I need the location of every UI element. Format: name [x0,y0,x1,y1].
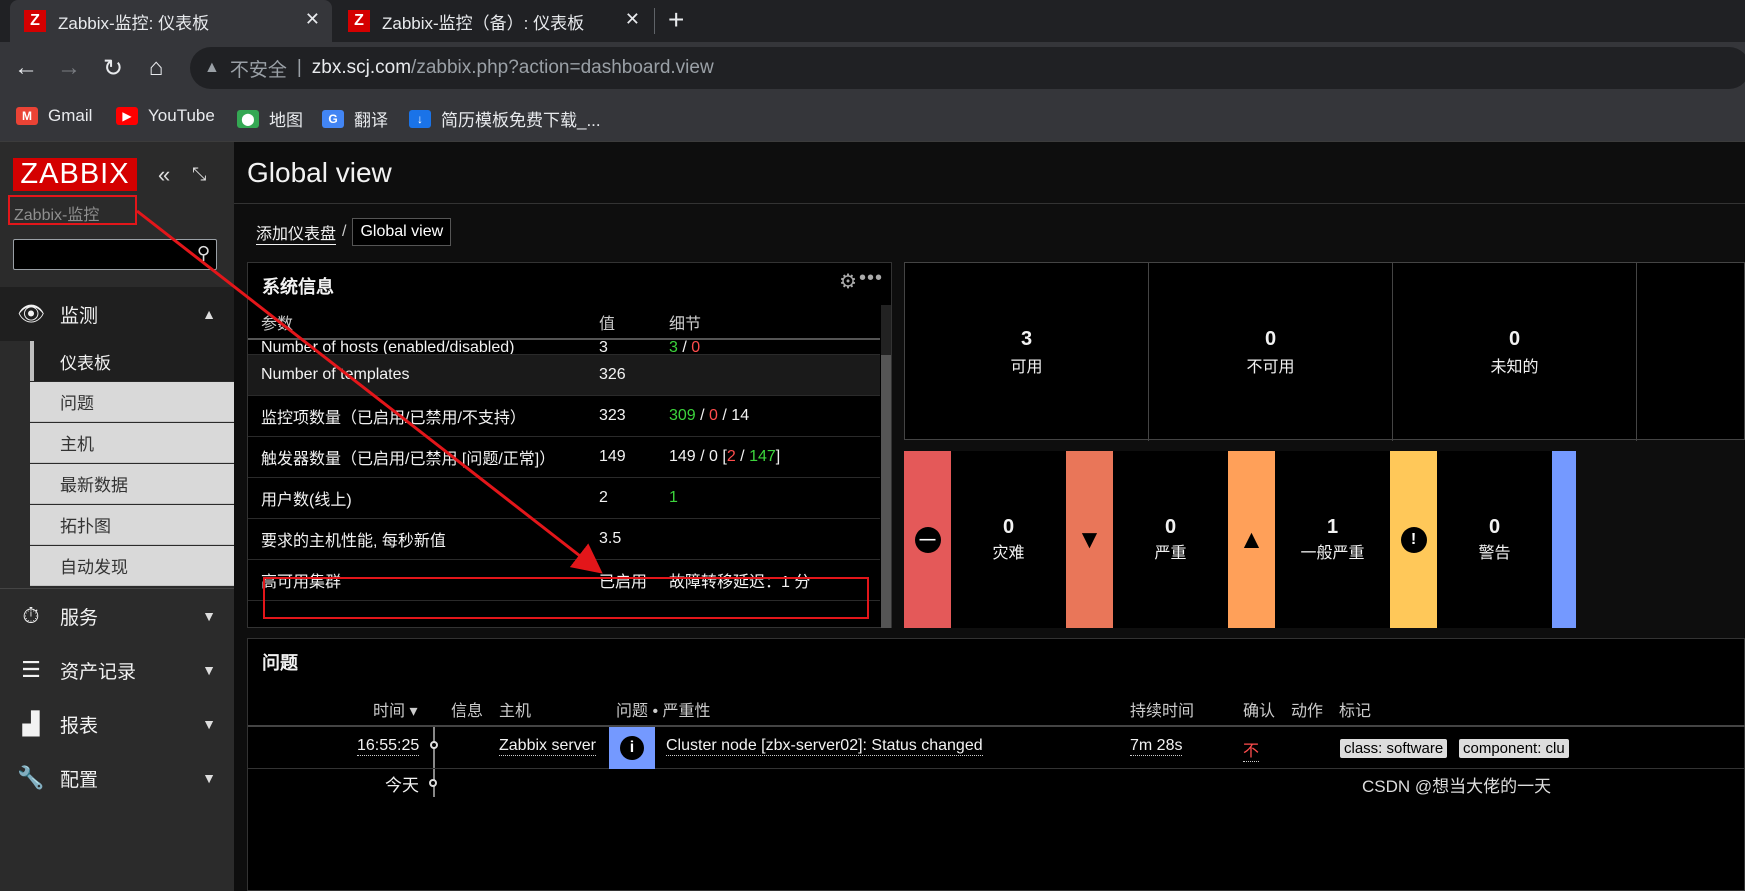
annotation-arrow [136,209,603,574]
watermark: CSDN @想当大佬的一天 [1362,777,1552,796]
